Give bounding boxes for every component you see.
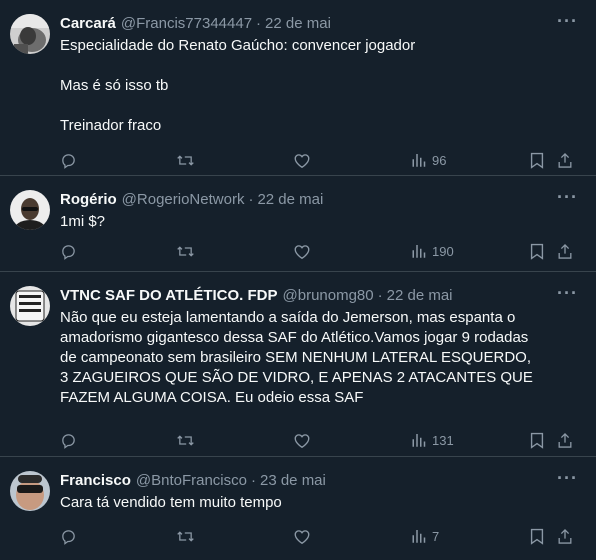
tweet[interactable]: ··· VTNC SAF DO ATLÉTICO. FDP @brunomg80…	[0, 272, 596, 457]
reply-icon	[62, 154, 75, 169]
tweet-date[interactable]: 23 de mai	[260, 471, 326, 491]
tweet-header: Carcará @Francis77344447 · 22 de mai	[60, 14, 580, 34]
share-icon	[558, 244, 572, 259]
views-button[interactable]: 190	[411, 243, 454, 259]
more-options-icon[interactable]: ···	[557, 284, 578, 302]
view-count: 190	[432, 243, 454, 259]
separator: ·	[248, 191, 254, 208]
display-name[interactable]: Rogério	[60, 190, 117, 210]
retweet-icon	[177, 246, 194, 257]
separator: ·	[250, 472, 256, 489]
reply-button[interactable]	[60, 152, 77, 169]
reply-icon	[62, 530, 75, 545]
reply-icon	[62, 245, 75, 260]
retweet-icon	[177, 531, 194, 542]
share-button[interactable]	[557, 152, 573, 169]
tweet-text: Cara tá vendido tem muito tempo	[60, 493, 580, 513]
tweet[interactable]: ··· Rogério @RogerioNetwork · 22 de mai …	[0, 176, 596, 272]
avatar[interactable]	[10, 471, 50, 511]
tweet-header: Francisco @BntoFrancisco · 23 de mai	[60, 471, 580, 491]
bookmark-icon	[530, 528, 544, 545]
more-options-icon[interactable]: ···	[557, 469, 578, 487]
bookmark-button[interactable]	[530, 432, 544, 449]
tweet[interactable]: ··· Carcará @Francis77344447 · 22 de mai…	[0, 0, 596, 176]
like-button[interactable]	[293, 152, 311, 169]
tweet-actions: 7	[0, 516, 596, 560]
tweet-text: 1mi $?	[60, 212, 580, 232]
share-button[interactable]	[557, 528, 573, 545]
retweet-icon	[177, 155, 194, 166]
display-name[interactable]: Francisco	[60, 471, 131, 491]
tweet-date[interactable]: 22 de mai	[387, 286, 453, 306]
reply-button[interactable]	[60, 243, 77, 260]
heart-icon	[294, 434, 310, 449]
separator: ·	[256, 15, 262, 32]
tweet-paragraph: Não que eu esteja lamentando a saída do …	[60, 309, 533, 406]
retweet-icon	[177, 435, 194, 446]
tweet-text: Especialidade do Renato Gaúcho: convence…	[60, 36, 580, 136]
share-button[interactable]	[557, 432, 573, 449]
retweet-button[interactable]	[176, 432, 195, 449]
share-icon	[558, 529, 572, 544]
tweet-text: Não que eu esteja lamentando a saída do …	[60, 308, 580, 408]
retweet-button[interactable]	[176, 528, 195, 545]
like-button[interactable]	[293, 243, 311, 260]
heart-icon	[294, 530, 310, 545]
bookmark-button[interactable]	[530, 528, 544, 545]
share-icon	[558, 153, 572, 168]
tweet-date[interactable]: 22 de mai	[265, 14, 331, 34]
display-name[interactable]: Carcará	[60, 14, 116, 34]
avatar[interactable]	[10, 14, 50, 54]
tweet[interactable]: ··· Francisco @BntoFrancisco · 23 de mai…	[0, 457, 596, 552]
user-handle[interactable]: @RogerioNetwork	[122, 190, 245, 210]
bookmark-button[interactable]	[530, 243, 544, 260]
reply-feed: ··· Carcará @Francis77344447 · 22 de mai…	[0, 0, 596, 552]
reply-button[interactable]	[60, 528, 77, 545]
heart-icon	[294, 154, 310, 169]
bookmark-icon	[530, 152, 544, 169]
views-button[interactable]: 131	[411, 432, 454, 448]
more-options-icon[interactable]: ···	[557, 188, 578, 206]
share-icon	[558, 433, 572, 448]
tweet-date[interactable]: 22 de mai	[257, 190, 323, 210]
views-icon	[412, 245, 426, 258]
views-button[interactable]: 7	[411, 528, 439, 544]
tweet-actions: 190	[0, 231, 596, 275]
tweet-paragraph: Mas é só isso tb	[60, 77, 169, 94]
tweet-paragraph: Treinador fraco	[60, 117, 162, 134]
user-handle[interactable]: @Francis77344447	[121, 14, 252, 34]
reply-button[interactable]	[60, 432, 77, 449]
views-icon	[412, 530, 426, 543]
views-button[interactable]: 96	[411, 152, 446, 168]
reply-icon	[62, 434, 75, 449]
tweet-paragraph: 1mi $?	[60, 213, 106, 230]
retweet-button[interactable]	[176, 243, 195, 260]
view-count: 96	[432, 152, 447, 168]
retweet-button[interactable]	[176, 152, 195, 169]
bookmark-icon	[530, 432, 544, 449]
tweet-header: VTNC SAF DO ATLÉTICO. FDP @brunomg80 · 2…	[60, 286, 580, 306]
avatar[interactable]	[10, 286, 50, 326]
like-button[interactable]	[293, 528, 311, 545]
avatar[interactable]	[10, 190, 50, 230]
tweet-header: Rogério @RogerioNetwork · 22 de mai	[60, 190, 580, 210]
heart-icon	[294, 245, 310, 260]
user-handle[interactable]: @BntoFrancisco	[136, 471, 247, 491]
view-count: 131	[432, 432, 454, 448]
like-button[interactable]	[293, 432, 311, 449]
share-button[interactable]	[557, 243, 573, 260]
display-name[interactable]: VTNC SAF DO ATLÉTICO. FDP	[60, 286, 278, 306]
bookmark-icon	[530, 243, 544, 260]
user-handle[interactable]: @brunomg80	[283, 286, 374, 306]
more-options-icon[interactable]: ···	[557, 12, 578, 30]
bookmark-button[interactable]	[530, 152, 544, 169]
views-icon	[412, 154, 426, 167]
separator: ·	[377, 287, 383, 304]
tweet-paragraph: Cara tá vendido tem muito tempo	[60, 494, 282, 511]
views-icon	[412, 434, 426, 447]
view-count: 7	[432, 528, 440, 544]
tweet-paragraph: Especialidade do Renato Gaúcho: convence…	[60, 37, 416, 54]
